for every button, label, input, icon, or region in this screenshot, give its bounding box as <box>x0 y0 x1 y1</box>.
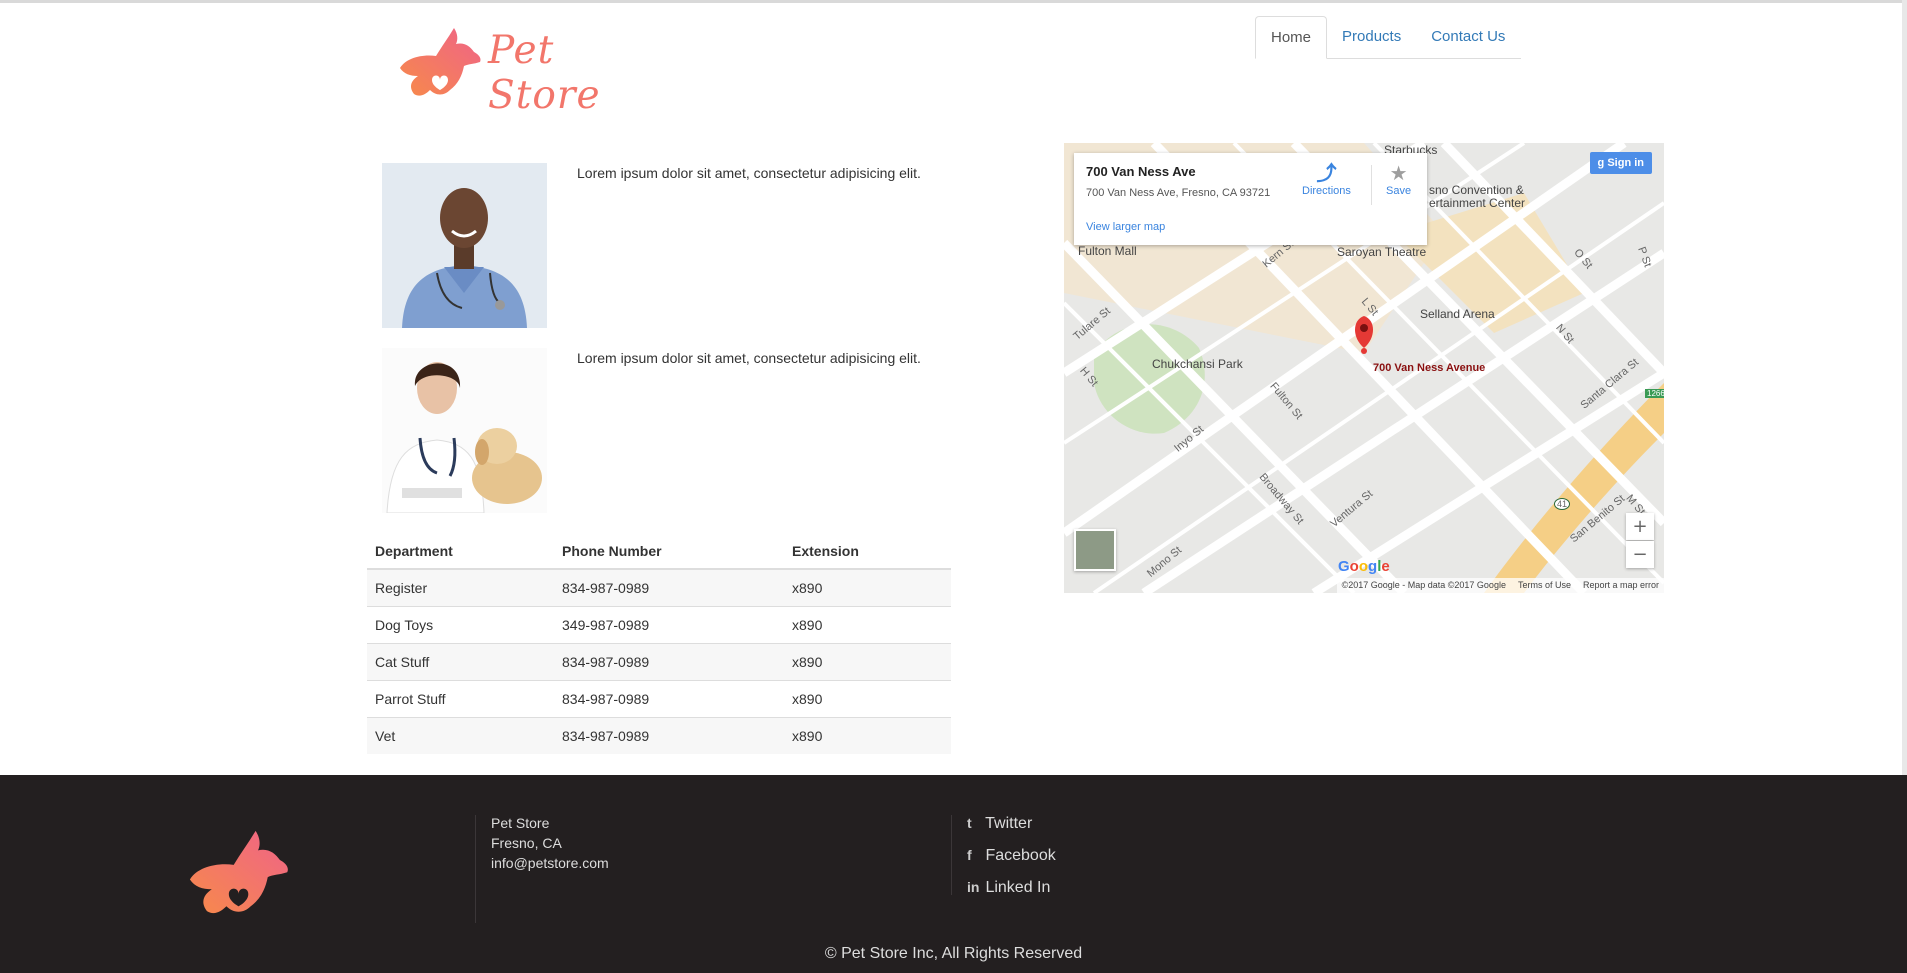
table-row: Parrot Stuff 834-987-0989 x890 <box>367 680 951 718</box>
report-map-error-link[interactable]: Report a map error <box>1583 578 1659 593</box>
main-nav: Home Products Contact Us <box>1255 16 1521 59</box>
female-vet-with-puppy-photo <box>382 348 547 513</box>
footer-social-column: t Twitter f Facebook in Linked In <box>951 815 1056 896</box>
map-label-convention-1: sno Convention & <box>1429 183 1524 197</box>
staff-bio-1: Lorem ipsum dolor sit amet, consectetur … <box>577 165 921 181</box>
site-logo[interactable]: Pet Store <box>396 24 626 118</box>
pin-label: 700 Van Ness Avenue <box>1373 362 1486 374</box>
save-label: Save <box>1386 185 1412 197</box>
star-icon: ★ <box>1389 163 1408 185</box>
cell-department: Dog Toys <box>367 606 554 644</box>
google-logo: Google <box>1338 558 1390 575</box>
nav-home[interactable]: Home <box>1255 16 1328 59</box>
cell-extension: x890 <box>784 643 951 681</box>
place-title: 700 Van Ness Ave <box>1086 164 1196 179</box>
directions-button[interactable]: ⤴ Directions <box>1302 163 1351 197</box>
cell-extension: x890 <box>784 606 951 644</box>
highway-shield: 1266 <box>1645 389 1664 398</box>
google-g-icon: g <box>1597 157 1605 169</box>
map-label-chukchansi-park: Chukchansi Park <box>1152 357 1243 371</box>
cell-phone: 834-987-0989 <box>554 680 784 718</box>
table-row: Vet 834-987-0989 x890 <box>367 717 951 754</box>
cell-extension: x890 <box>784 568 951 607</box>
column-header-department: Department <box>367 533 554 570</box>
cell-department: Cat Stuff <box>367 643 554 681</box>
footer-store-name: Pet Store <box>491 815 550 831</box>
facebook-label: Facebook <box>985 847 1056 864</box>
satellite-toggle-button[interactable] <box>1074 529 1116 571</box>
linkedin-link[interactable]: in Linked In <box>967 879 1050 897</box>
directions-label: Directions <box>1302 185 1351 197</box>
cell-extension: x890 <box>784 680 951 718</box>
directions-icon: ⤴ <box>1316 163 1337 185</box>
table-row: Cat Stuff 834-987-0989 x890 <box>367 643 951 681</box>
save-button[interactable]: ★ Save <box>1386 163 1411 197</box>
facebook-icon: f <box>967 847 972 863</box>
card-divider <box>1371 165 1372 205</box>
twitter-label: Twitter <box>985 815 1033 832</box>
footer-copyright: © Pet Store Inc, All Rights Reserved <box>824 945 1083 962</box>
place-address: 700 Van Ness Ave, Fresno, CA 93721 <box>1086 187 1271 199</box>
twitter-link[interactable]: t Twitter <box>967 815 1032 833</box>
cell-department: Parrot Stuff <box>367 680 554 718</box>
cell-department: Register <box>367 568 554 607</box>
footer-location: Fresno, CA <box>491 835 562 851</box>
map-label-selland-arena: Selland Arena <box>1420 307 1495 321</box>
linkedin-label: Linked In <box>985 879 1051 896</box>
footer-address-column: Pet Store Fresno, CA info@petstore.com <box>475 815 609 923</box>
map-label-fulton-mall: Fulton Mall <box>1078 244 1137 258</box>
nav-products[interactable]: Products <box>1327 16 1416 57</box>
google-signin-button[interactable]: g Sign in <box>1589 152 1652 174</box>
nav-contact-us[interactable]: Contact Us <box>1416 16 1520 57</box>
cell-phone: 349-987-0989 <box>554 606 784 644</box>
department-table: Department Phone Number Extension Regist… <box>367 533 951 754</box>
map-label-convention-2: ertainment Center <box>1429 196 1526 210</box>
table-row: Register 834-987-0989 x890 <box>367 568 951 607</box>
cell-extension: x890 <box>784 717 951 754</box>
brand-name: Pet Store <box>488 28 601 118</box>
highway-shield: 41 <box>1554 498 1571 510</box>
table-row: Dog Toys 349-987-0989 x890 <box>367 606 951 644</box>
zoom-in-button[interactable]: + <box>1626 513 1654 540</box>
map-attribution: ©2017 Google - Map data ©2017 Google Ter… <box>1336 578 1664 593</box>
map-copyright: ©2017 Google - Map data ©2017 Google <box>1341 580 1506 590</box>
dog-logo-icon <box>400 28 481 96</box>
column-header-phone: Phone Number <box>554 533 784 570</box>
site-footer: Pet Store Fresno, CA info@petstore.com t… <box>0 775 1907 973</box>
zoom-out-button[interactable]: − <box>1626 541 1654 568</box>
linkedin-icon: in <box>967 879 980 895</box>
map-label-saroyan-theatre: Saroyan Theatre <box>1337 245 1427 259</box>
footer-email[interactable]: info@petstore.com <box>491 855 609 871</box>
cell-phone: 834-987-0989 <box>554 568 784 607</box>
top-border <box>0 0 1907 3</box>
embedded-map[interactable]: Starbucks sno Convention & ertainment Ce… <box>1064 143 1664 593</box>
cell-department: Vet <box>367 717 554 754</box>
twitter-icon: t <box>967 815 972 831</box>
cell-phone: 834-987-0989 <box>554 717 784 754</box>
view-larger-map-link[interactable]: View larger map <box>1086 221 1165 233</box>
male-vet-photo <box>382 163 547 328</box>
place-info-card: 700 Van Ness Ave 700 Van Ness Ave, Fresn… <box>1074 153 1427 245</box>
staff-bio-2: Lorem ipsum dolor sit amet, consectetur … <box>577 350 921 366</box>
cell-phone: 834-987-0989 <box>554 643 784 681</box>
facebook-link[interactable]: f Facebook <box>967 847 1056 865</box>
terms-link[interactable]: Terms of Use <box>1518 578 1571 593</box>
signin-label: Sign in <box>1607 157 1644 169</box>
page-scrollbar[interactable] <box>1902 0 1907 775</box>
column-header-extension: Extension <box>784 533 951 570</box>
table-header-row: Department Phone Number Extension <box>367 533 951 570</box>
footer-dog-logo-icon <box>189 830 288 914</box>
